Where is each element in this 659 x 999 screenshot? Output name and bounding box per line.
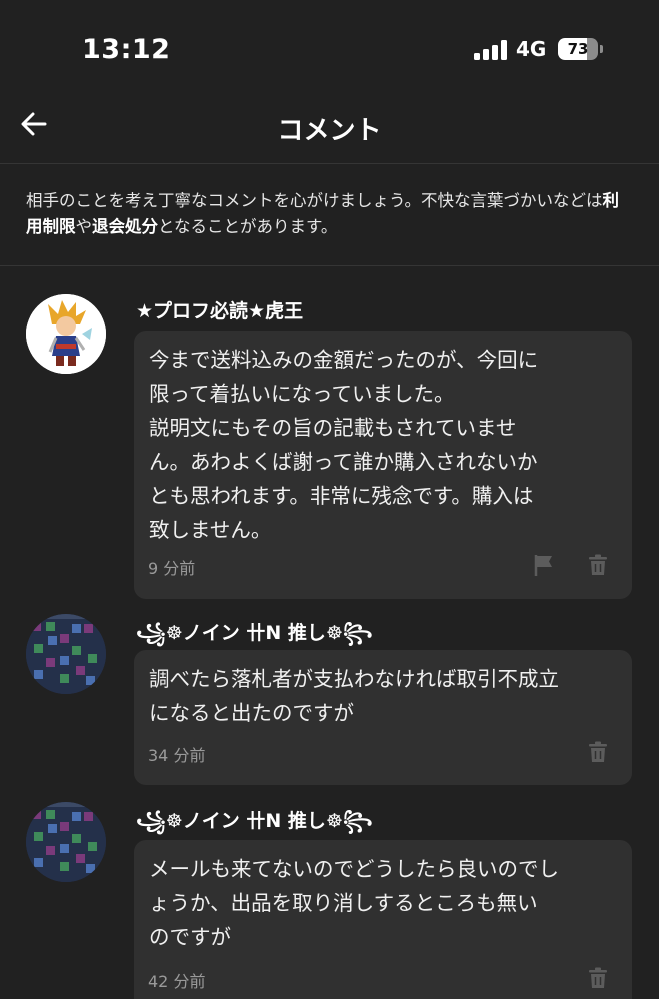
comment-bubble: 調べたら落札者が支払わなければ取引不成立 になると出たのですが 34 分前 (134, 650, 632, 785)
battery-icon: 73 (558, 38, 598, 60)
notice-text: や (75, 217, 93, 236)
avatar[interactable] (26, 614, 106, 694)
battery-cap (600, 45, 603, 53)
notice-text: 相手のことを考え丁寧なコメントを心がけましょう。不快な言葉づかいなどは (26, 191, 603, 210)
comment-text: 今まで送料込みの金額だったのが、今回に 限って着払いになっていました。 説明文に… (149, 348, 539, 542)
trash-icon[interactable] (586, 966, 610, 990)
notice-text: となることがあります。 (158, 217, 338, 236)
comment-time: 42 分前 (148, 972, 206, 991)
header: コメント (0, 90, 659, 164)
grid-pattern-avatar-icon (26, 802, 106, 882)
comment-text: メールも来てないのでどうしたら良いのでし ょうか、出品を取り消しするところも無い… (149, 857, 559, 949)
comment-time: 34 分前 (148, 746, 206, 765)
network-label: 4G (516, 37, 547, 61)
signal-icon (474, 40, 508, 60)
comments-screen: 13:12 4G 73 コメント 相手のことを考え丁寧なコメントを心がけましょう… (0, 0, 659, 999)
comment-time: 9 分前 (148, 559, 196, 578)
flag-icon[interactable] (532, 553, 556, 577)
battery-level: 73 (567, 40, 589, 58)
etiquette-notice: 相手のことを考え丁寧なコメントを心がけましょう。不快な言葉づかいなどは利用制限や… (0, 166, 659, 266)
notice-emphasis-withdrawal: 退会処分 (92, 217, 158, 236)
comment-bubble: メールも来てないのでどうしたら良いのでし ょうか、出品を取り消しするところも無い… (134, 840, 632, 999)
comment-text: 調べたら落札者が支払わなければ取引不成立 になると出たのですが (149, 667, 559, 725)
page-title: コメント (277, 116, 382, 146)
status-time: 13:12 (82, 34, 171, 65)
character-avatar-icon (26, 294, 106, 374)
trash-icon[interactable] (586, 553, 610, 577)
avatar[interactable] (26, 294, 106, 374)
avatar[interactable] (26, 802, 106, 882)
comment-bubble: 今まで送料込みの金額だったのが、今回に 限って着払いになっていました。 説明文に… (134, 331, 632, 599)
comment-author[interactable]: ★プロフ必読★虎王 (136, 296, 303, 323)
trash-icon[interactable] (586, 740, 610, 764)
grid-pattern-avatar-icon (26, 614, 106, 694)
status-bar: 13:12 4G 73 (0, 0, 659, 90)
